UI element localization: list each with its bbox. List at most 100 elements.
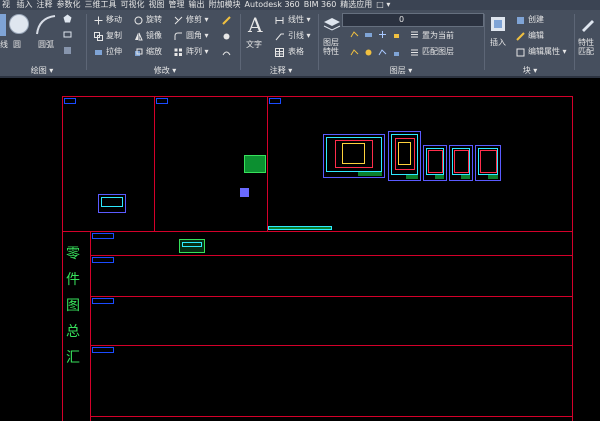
layer-properties-button[interactable]: 图层 特性 [323, 38, 339, 56]
menu-item-3[interactable]: 三维工具 [85, 0, 117, 10]
frame-divider-2 [267, 96, 268, 231]
menu-partial-item[interactable]: 视 [2, 0, 10, 10]
match-properties-button[interactable]: 特性 匹配 [578, 38, 594, 56]
layer-off-icon[interactable] [364, 48, 373, 57]
green-note-block[interactable] [244, 155, 266, 173]
arc-label[interactable]: 圆弧 [38, 40, 54, 50]
frame-bottom-line [90, 416, 573, 417]
drawing-sheet[interactable] [388, 131, 421, 181]
line-label[interactable]: 线 [0, 40, 8, 50]
drawing-sheet[interactable] [449, 145, 473, 181]
table-button[interactable]: 表格 [288, 47, 304, 57]
menu-item-7[interactable]: 输出 [189, 0, 205, 10]
line-icon[interactable] [0, 14, 6, 36]
title-char: 总 [66, 324, 80, 340]
array-icon [174, 48, 182, 56]
match-properties-icon[interactable] [578, 14, 598, 34]
frame-right-line [572, 96, 573, 421]
layer-state-icon[interactable] [350, 30, 359, 39]
rotate-button[interactable]: 旋转 [146, 15, 162, 25]
stretch-icon [95, 50, 102, 55]
frame-inner-left [90, 231, 91, 421]
erase-icon[interactable] [222, 16, 231, 25]
text-icon[interactable]: A [248, 14, 262, 36]
menu-bar: 视 插入 注释 参数化 三维工具 可视化 视图 管理 输出 附加模块 Autodesk 360 BI… [0, 0, 600, 10]
insert-block-icon[interactable] [488, 14, 508, 34]
layer-freeze-icon[interactable] [378, 30, 387, 39]
explode-icon[interactable] [222, 32, 231, 41]
cell-tag [92, 298, 114, 304]
drawing-sheet[interactable] [475, 145, 501, 181]
row-line-1 [90, 255, 573, 256]
menu-item-1[interactable]: 注释 [37, 0, 53, 10]
menu-item-9[interactable]: Autodesk 360 [245, 0, 300, 10]
move-button[interactable]: 移动 [106, 15, 122, 25]
scale-button[interactable]: 缩放 [146, 47, 162, 57]
layer-lock-icon[interactable] [392, 30, 401, 39]
set-current-button[interactable]: 置为当前 [422, 31, 454, 41]
menu-trailing-control[interactable]: □ ▾ [376, 0, 390, 10]
fillet-button[interactable]: 圆角 ▾ [186, 31, 209, 41]
match-layer-button[interactable]: 匹配图层 [422, 47, 454, 57]
match-layer-icon [411, 49, 418, 56]
frame-divider-1 [154, 96, 155, 231]
layers-panel-title[interactable]: 图层 ▾ [320, 66, 482, 76]
hatch-icon[interactable] [63, 46, 72, 55]
cell-footer-strip [268, 226, 332, 230]
menu-item-10[interactable]: BIM 360 [304, 0, 337, 10]
annotate-panel-title[interactable]: 注释 ▾ [244, 66, 318, 76]
drawing-sheet[interactable] [323, 134, 385, 178]
mirror-button[interactable]: 镜像 [146, 31, 162, 41]
modify-panel-title[interactable]: 修改 ▾ [90, 66, 240, 76]
text-button[interactable]: 文字 [246, 40, 262, 50]
rotate-icon [134, 16, 143, 25]
draw-panel-title[interactable]: 绘图 ▾ [0, 66, 84, 76]
cell-tag [64, 98, 76, 104]
insert-block-button[interactable]: 插入 [490, 38, 506, 48]
small-drawing-thumbnail[interactable] [98, 194, 126, 213]
title-char: 汇 [66, 350, 80, 366]
copy-button[interactable]: 复制 [106, 31, 122, 41]
trim-button[interactable]: 修剪 ▾ [186, 15, 209, 25]
part-drawing-thumbnail[interactable] [179, 239, 205, 253]
blue-mark[interactable] [240, 188, 249, 197]
menu-item-0[interactable]: 插入 [17, 0, 33, 10]
stretch-button[interactable]: 拉伸 [106, 47, 122, 57]
arc-icon[interactable] [35, 14, 57, 36]
layer-isolate-icon[interactable] [364, 30, 373, 39]
rectangle-icon[interactable] [63, 30, 72, 39]
circle-label[interactable]: 圆 [13, 40, 21, 50]
set-current-icon [411, 31, 418, 38]
layer-thaw-icon[interactable] [378, 48, 387, 57]
menu-item-6[interactable]: 管理 [169, 0, 185, 10]
frame-mid-line [62, 231, 573, 232]
menu-item-5[interactable]: 视图 [149, 0, 165, 10]
copy-icon [94, 32, 103, 41]
edit-attributes-button[interactable]: 编辑属性 ▾ [528, 47, 567, 57]
ribbon: 线 圆 圆弧 绘图 ▾ 移动 旋转 修剪 ▾ 复制 镜像 圆角 ▾ 拉伸 缩放 … [0, 10, 600, 76]
menu-item-11[interactable]: 精选应用 [340, 0, 372, 10]
cell-tag [269, 98, 281, 104]
layer-unlock-icon[interactable] [392, 48, 401, 57]
leader-icon [275, 33, 284, 41]
leader-button[interactable]: 引线 ▾ [288, 31, 311, 41]
layer-dropdown[interactable]: 0 [342, 13, 484, 27]
layer-properties-icon[interactable] [322, 14, 342, 34]
cell-tag [92, 347, 114, 353]
scale-icon [135, 48, 143, 56]
offset-icon[interactable] [222, 48, 231, 57]
array-button[interactable]: 阵列 ▾ [186, 47, 209, 57]
fillet-icon [174, 32, 182, 40]
linear-dimension-button[interactable]: 线性 ▾ [288, 15, 311, 25]
menu-item-4[interactable]: 可视化 [121, 0, 145, 10]
drawing-sheet[interactable] [423, 145, 447, 181]
polygon-icon[interactable] [63, 14, 72, 23]
menu-item-8[interactable]: 附加模块 [209, 0, 241, 10]
circle-icon[interactable] [9, 14, 29, 34]
edit-block-button[interactable]: 编辑 [528, 31, 544, 41]
layer-walk-icon[interactable] [350, 48, 359, 57]
create-block-button[interactable]: 创建 [528, 15, 544, 25]
block-panel-title[interactable]: 块 ▾ [486, 66, 574, 76]
parts-summary-vertical-title: 零 件 图 总 汇 [62, 241, 84, 371]
menu-item-2[interactable]: 参数化 [57, 0, 81, 10]
